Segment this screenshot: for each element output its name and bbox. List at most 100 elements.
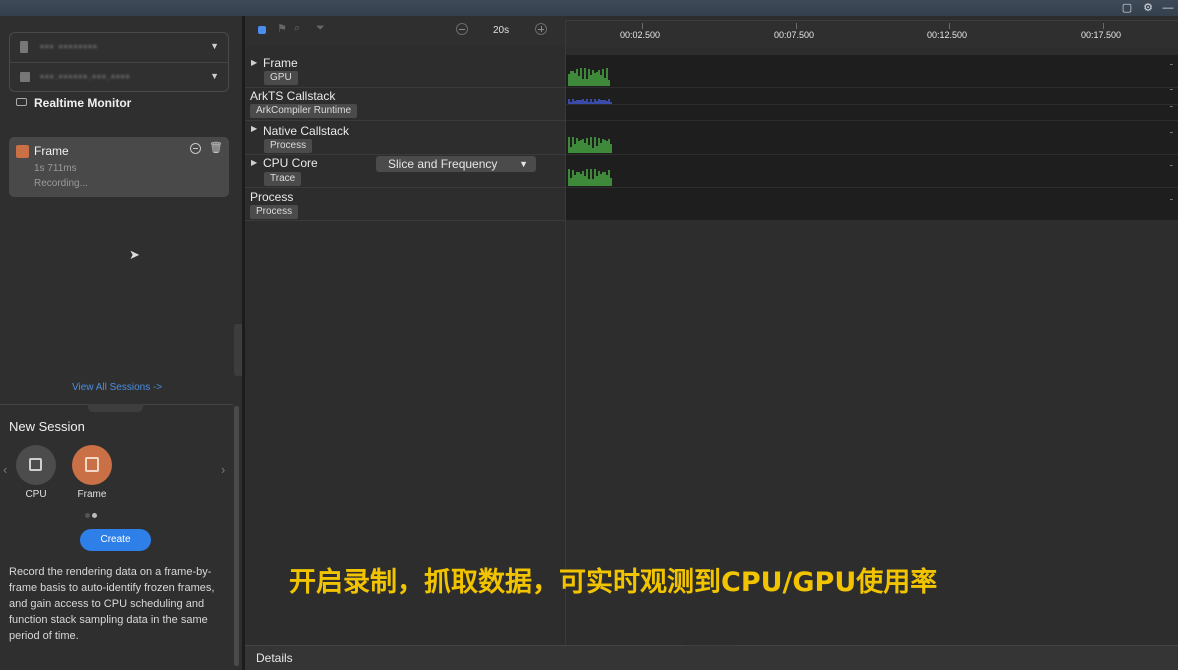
- tick: [796, 23, 797, 29]
- track-label-area: Process Process: [245, 188, 565, 221]
- cpu-icon: [29, 458, 42, 471]
- realtime-monitor-label: Realtime Monitor: [34, 96, 132, 110]
- frame-option-label: Frame: [77, 489, 107, 500]
- track-label-area: ▶ Native Callstack Process: [245, 121, 565, 155]
- track-frame[interactable]: ▶ Frame GPU ˜ recording: [245, 55, 1178, 88]
- stop-icon[interactable]: [190, 143, 201, 154]
- marker-icon: ˜: [1170, 105, 1173, 114]
- cpu-core-mode-select[interactable]: Slice and Frequency ▼: [376, 156, 536, 172]
- chevron-down-icon: ▼: [210, 71, 219, 81]
- restore-icon[interactable]: ▢: [1120, 1, 1134, 15]
- track-name: Frame: [263, 56, 298, 70]
- marker-icon: ˜: [1170, 198, 1173, 207]
- chevron-down-icon: ▼: [519, 159, 528, 169]
- flag-icon[interactable]: ⚑: [277, 22, 287, 35]
- chevron-right-icon[interactable]: ›: [221, 462, 225, 477]
- arkts-bars: [566, 88, 612, 104]
- new-session-title: New Session: [9, 419, 85, 434]
- process-name-blurred: ▪▪▪.▪▪▪▪▪▪.▪▪▪.▪▪▪▪: [40, 71, 131, 83]
- track-lane[interactable]: ˜ recording: [566, 121, 1178, 155]
- marker-icon: ˜: [1170, 131, 1173, 140]
- zoom-level: 20s: [493, 25, 510, 36]
- native-bars: [566, 120, 612, 153]
- phone-icon: [20, 41, 28, 53]
- frame-icon: [85, 457, 99, 472]
- divider: [566, 104, 1178, 105]
- title-bar: [0, 0, 1178, 16]
- track-name: Native Callstack: [263, 124, 350, 138]
- tick-label: 00:12.500: [927, 30, 968, 40]
- track-process[interactable]: Process Process ˜ recording: [245, 188, 1178, 221]
- pager-dot-active[interactable]: [92, 513, 97, 518]
- track-tag: Process: [250, 205, 299, 219]
- track-lane[interactable]: ˜ recording: [566, 155, 1178, 188]
- view-all-sessions-link[interactable]: View All Sessions ->: [72, 382, 162, 393]
- track-native-callstack[interactable]: ▶ Native Callstack Process ˜ recording: [245, 121, 1178, 155]
- trash-icon[interactable]: 🗑: [209, 141, 223, 154]
- create-button[interactable]: Create: [80, 529, 151, 551]
- marker-icon: ˜: [1170, 88, 1173, 97]
- frame-bars: [566, 54, 612, 86]
- device-name-blurred: ▪▪▪ ▪▪▪▪▪▪▪▪: [40, 41, 98, 53]
- monitor-icon: [16, 98, 27, 106]
- chevron-left-icon[interactable]: ‹: [3, 462, 7, 477]
- session-description: Record the rendering data on a frame-by-…: [9, 566, 215, 642]
- marker-icon: ˜: [1170, 63, 1173, 72]
- track-arkts-callstack[interactable]: ArkTS Callstack ArkCompiler Runtime ˜ re…: [245, 88, 1178, 121]
- device-selector: ▪▪▪ ▪▪▪▪▪▪▪▪ ▼ ▪▪▪.▪▪▪▪▪▪.▪▪▪.▪▪▪▪ ▼: [9, 32, 229, 92]
- pager-dot[interactable]: [85, 513, 90, 518]
- cpu-bars: [566, 154, 612, 186]
- collapse-panel-handle[interactable]: [234, 324, 242, 376]
- track-name: Process: [250, 190, 294, 204]
- resize-handle[interactable]: [88, 404, 143, 412]
- track-tag: Trace: [264, 172, 302, 186]
- cpu-option[interactable]: [16, 445, 56, 485]
- tick: [1103, 23, 1104, 29]
- tick-label: 00:02.500: [620, 30, 661, 40]
- track-tag: ArkCompiler Runtime: [250, 104, 358, 118]
- zoom-out-icon[interactable]: [456, 23, 468, 35]
- zoom-in-icon[interactable]: [535, 23, 547, 35]
- tick: [949, 23, 950, 29]
- tick: [642, 23, 643, 29]
- details-panel[interactable]: Details: [245, 646, 1178, 670]
- track-tag: GPU: [264, 71, 298, 85]
- scrollbar[interactable]: [234, 406, 239, 666]
- track-tag: Process: [264, 139, 313, 153]
- session-card[interactable]: Frame 1s 711ms Recording... 🗑: [9, 137, 229, 197]
- track-lane[interactable]: ˜ recording: [566, 55, 1178, 88]
- activity-bar: [610, 144, 612, 153]
- expand-triangle-icon[interactable]: ▶: [251, 124, 257, 133]
- details-label: Details: [256, 651, 293, 665]
- frame-option[interactable]: [72, 445, 112, 485]
- track-label-area: ▶ Frame GPU: [245, 55, 565, 88]
- track-lane[interactable]: ˜ recording ˜ recording: [566, 88, 1178, 121]
- realtime-monitor-title: Realtime Monitor: [16, 96, 131, 110]
- marker-icon: ˜: [1170, 164, 1173, 173]
- select-value: Slice and Frequency: [388, 157, 498, 171]
- chevron-down-icon: ▼: [210, 41, 219, 51]
- search-icon[interactable]: ⌕: [294, 22, 300, 35]
- record-icon[interactable]: [258, 26, 266, 34]
- minimize-icon[interactable]: —: [1161, 1, 1175, 15]
- filter-icon[interactable]: ⏷: [316, 22, 325, 35]
- timeline-splitter[interactable]: [565, 20, 566, 645]
- activity-bar: [608, 80, 610, 86]
- track-name: CPU Core: [263, 156, 318, 170]
- device-dropdown[interactable]: ▪▪▪ ▪▪▪▪▪▪▪▪ ▼: [10, 33, 228, 62]
- tick-label: 00:17.500: [1081, 30, 1122, 40]
- expand-triangle-icon[interactable]: ▶: [251, 158, 257, 167]
- session-name: Frame: [34, 144, 69, 158]
- settings-icon[interactable]: ⚙: [1141, 1, 1155, 15]
- cpu-option-label: CPU: [25, 489, 47, 500]
- session-duration: 1s 711ms: [34, 163, 77, 174]
- frame-icon: [16, 145, 29, 158]
- session-status: Recording...: [34, 178, 88, 189]
- video-caption: 开启录制，抓取数据，可实时观测到CPU/GPU使用率: [289, 567, 938, 598]
- track-name: ArkTS Callstack: [250, 89, 336, 103]
- mouse-cursor-icon: ➤: [129, 247, 140, 262]
- track-label-area: ArkTS Callstack ArkCompiler Runtime: [245, 88, 565, 121]
- track-lane[interactable]: ˜ recording: [566, 188, 1178, 221]
- expand-triangle-icon[interactable]: ▶: [251, 58, 257, 67]
- process-dropdown[interactable]: ▪▪▪.▪▪▪▪▪▪.▪▪▪.▪▪▪▪ ▼: [10, 63, 228, 92]
